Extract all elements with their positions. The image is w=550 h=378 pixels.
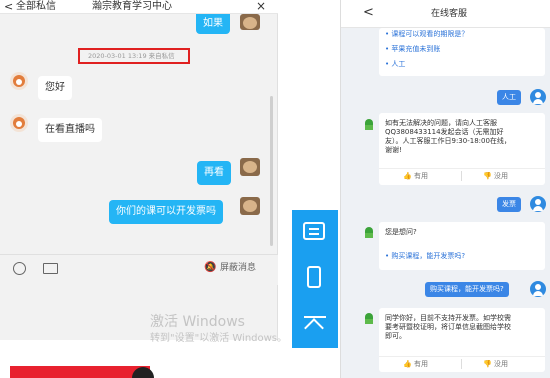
back-icon[interactable]: < [4, 0, 13, 13]
bot-reply-text: 同学你好，目前不支持开发票。如学校需要考研暨校证明，将订单信息截图给学校即可。 [385, 314, 511, 340]
mobile-app-button[interactable] [292, 256, 338, 302]
helpful-button[interactable]: 👍 有用 [403, 172, 428, 181]
bot-question-text: 您是想问? [385, 228, 417, 236]
bot-reply-card: 如有无法解决的问题，请向人工客服QQ3808433114发起会话（无需加好友）。… [379, 113, 545, 185]
user-avatar [240, 158, 260, 176]
message-bubble-incoming: 您好 [38, 76, 72, 100]
decorative-shape [132, 367, 154, 378]
message-bubble-incoming: 在看直播吗 [38, 118, 102, 142]
bot-avatar-icon [363, 226, 375, 238]
user-message-bubble: 发票 [497, 197, 521, 212]
chat-icon [303, 222, 325, 240]
service-title: 在线客服 [431, 9, 468, 19]
bot-avatar-icon [363, 312, 375, 324]
faq-link[interactable]: • 人工 [385, 60, 405, 69]
private-message-panel: < 全部私信 瀚宗教育学习中心 × 如果 2020-03-01 13:19 来自… [0, 0, 278, 348]
helpful-button[interactable]: 👍 有用 [403, 360, 428, 369]
timestamp-highlight: 2020-03-01 13:19 来自私信 [78, 48, 190, 64]
chevron-up-icon [304, 318, 324, 338]
service-header: < 在线客服 [341, 0, 550, 28]
back-to-top-button[interactable] [292, 302, 338, 348]
message-bubble-outgoing: 如果 [196, 14, 230, 34]
user-avatar [240, 14, 260, 30]
chat-title: 瀚宗教育学习中心 [92, 1, 172, 12]
customer-service-button[interactable] [292, 210, 338, 256]
faq-link-card: • 课程可以观看的期限是？ • 苹果充值未到账 • 人工 [379, 28, 545, 76]
faq-link[interactable]: • 课程可以观看的期限是？ [385, 30, 468, 39]
back-to-all-messages[interactable]: 全部私信 [16, 1, 56, 13]
chat-header: < 全部私信 瀚宗教育学习中心 × [0, 0, 278, 14]
image-icon[interactable] [43, 263, 58, 274]
windows-activation-watermark-subtitle: 转到"设置"以激活 Windows。 [150, 333, 288, 344]
user-avatar [240, 197, 260, 215]
user-avatar [530, 281, 546, 297]
windows-activation-watermark-title: 激活 Windows [150, 314, 245, 330]
divider [379, 168, 545, 169]
message-bubble-outgoing: 再看 [197, 161, 231, 185]
emoji-icon[interactable] [13, 262, 26, 275]
user-avatar [530, 89, 546, 105]
user-message-bubble: 购买课程，能开发票吗? [425, 282, 509, 297]
bot-reply-text: 如有无法解决的问题，请向人工客服QQ3808433114发起会话（无需加好友）。… [385, 119, 511, 154]
suggested-question-link[interactable]: • 购买课程，能开发票吗? [385, 252, 465, 261]
phone-icon [307, 266, 321, 288]
not-helpful-button[interactable]: 👎 没用 [483, 360, 508, 369]
back-icon[interactable]: < [363, 6, 374, 20]
official-account-avatar [10, 114, 28, 132]
mute-bell-icon[interactable]: 🔕 [204, 262, 216, 274]
chat-scrollbar[interactable] [270, 96, 273, 246]
faq-link[interactable]: • 苹果充值未到账 [385, 45, 440, 54]
divider [461, 359, 462, 369]
bot-reply-card: 您是想问? • 购买课程，能开发票吗? [379, 222, 545, 270]
bot-avatar-icon [363, 118, 375, 130]
divider [379, 356, 545, 357]
user-avatar [530, 196, 546, 212]
message-bubble-outgoing: 你们的课可以开发票吗 [109, 200, 223, 224]
close-icon[interactable]: × [256, 0, 266, 13]
user-message-bubble: 人工 [497, 90, 521, 105]
official-account-avatar [10, 72, 28, 90]
divider [461, 171, 462, 181]
page-banner-strip [10, 366, 150, 378]
back-to-top-icon [304, 316, 326, 318]
block-messages-button[interactable]: 屏蔽消息 [220, 263, 256, 274]
bot-reply-card: 同学你好，目前不支持开发票。如学校需要考研暨校证明，将订单信息截图给学校即可。 … [379, 308, 545, 372]
message-timestamp: 2020-03-01 13:19 来自私信 [88, 52, 175, 60]
online-service-panel: < 在线客服 • 课程可以观看的期限是？ • 苹果充值未到账 • 人工 人工 如… [340, 0, 550, 378]
not-helpful-button[interactable]: 👎 没用 [483, 172, 508, 181]
